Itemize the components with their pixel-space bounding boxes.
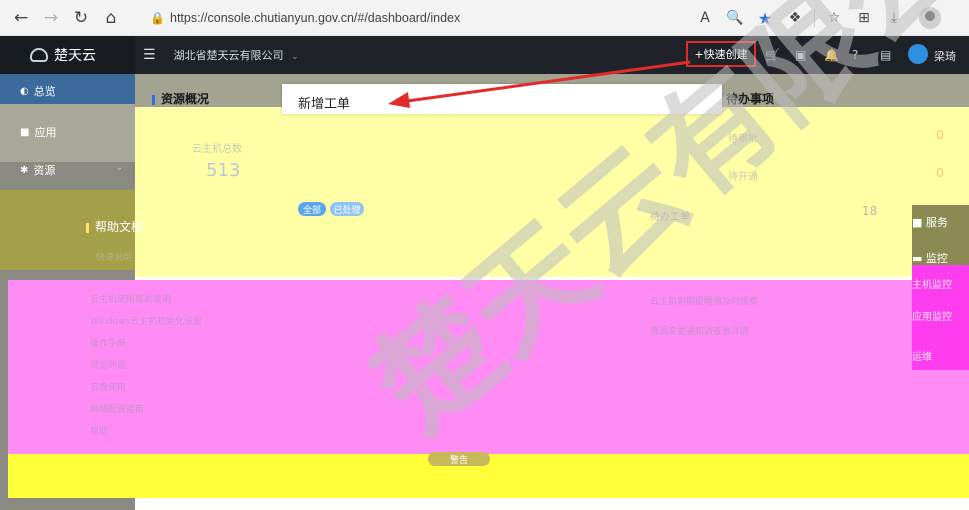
notice-item-1[interactable]: 云主机到期提醒请及时续费 [650,294,758,307]
help-item-disk[interactable]: 云盘使用 [90,380,126,393]
help-item-windows[interactable]: Windows云主机初始化设置 [90,314,202,327]
apps-icon: ■ [20,126,30,138]
chevron-down-icon: ⌄ [115,163,123,173]
back-icon[interactable]: ← [6,3,36,33]
side-service-button[interactable]: ■ 服务 [912,214,969,230]
help-item-manual[interactable]: 操作手册 [90,336,126,349]
lock-icon: 🔒 [150,11,165,25]
sidebar-item-resources[interactable]: ✱ 资源 ⌄ [0,162,135,188]
todo-open-value[interactable]: 0 [936,166,944,180]
resource-overview-title: 资源概况 [152,90,209,107]
side-monitor-button[interactable]: ▬ 监控 [912,250,969,266]
url-text[interactable]: https://console.chutianyun.gov.cn/#/dash… [170,11,460,25]
overview-icon: ◐ [20,85,29,97]
company-selector[interactable]: 湖北省楚天云有限公司 ⌄ [174,47,299,63]
sidebar-item-label: 应用 [34,126,57,139]
sidebar-item-apps[interactable]: ■ 应用 [0,104,135,162]
sidebar-item-label: 总览 [33,85,56,98]
help-docs-title: 帮助文档 [86,218,143,235]
cloud-logo-icon [30,48,48,62]
side-host-monitor[interactable]: 主机监控 [912,276,969,291]
user-name[interactable]: 梁琦 [934,48,956,64]
brand[interactable]: 楚天云 [0,36,135,74]
refresh-icon[interactable]: ↻ [66,3,96,33]
todo-ticket-value[interactable]: 18 [862,204,877,218]
help-item-network[interactable]: 网络配置指南 [90,402,144,415]
todo-approve-value[interactable]: 0 [936,128,944,142]
home-icon[interactable]: ⌂ [96,3,126,33]
resources-icon: ✱ [20,164,29,176]
tag-processed[interactable]: 已处理 [330,202,364,216]
help-item-faq[interactable]: 常见问题 [90,358,126,371]
help-item-help[interactable]: 帮助 [90,424,108,437]
side-app-monitor[interactable]: 应用监控 [912,308,969,323]
menu-toggle-icon[interactable]: ☰ [143,47,156,63]
chevron-down-icon: ⌄ [291,52,299,62]
tag-all[interactable]: 全部 [298,202,326,216]
brand-name: 楚天云 [54,48,96,64]
new-ticket-title[interactable]: 新增工单 [298,93,350,112]
sidebar-item-overview[interactable]: ◐ 总览 [0,74,135,104]
notice-item-2[interactable]: 资源变更通知请查看详情 [650,324,749,337]
help-item-quick[interactable]: 快速说明 [96,250,132,263]
forward-icon[interactable]: → [36,3,66,33]
company-name: 湖北省楚天云有限公司 [173,49,284,62]
side-ops[interactable]: 运维 [912,348,969,363]
host-count-value[interactable]: 513 [206,160,240,181]
help-item-host[interactable]: 云主机使用帮助说明 [90,292,171,305]
host-count-label: 云主机总数 [192,144,242,155]
sidebar-item-label: 资源 [33,164,56,177]
